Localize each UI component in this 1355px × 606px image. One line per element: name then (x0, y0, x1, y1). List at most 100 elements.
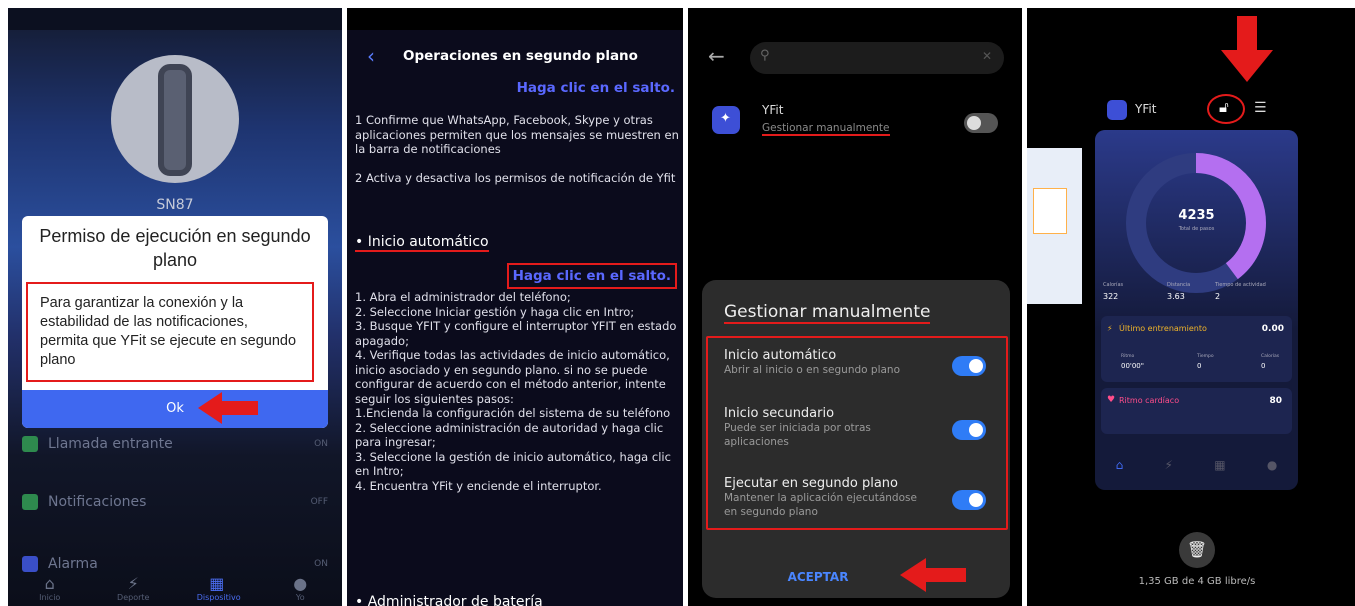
row-value: OFF (310, 497, 328, 507)
app-toggle[interactable] (964, 113, 998, 133)
panel-recent-apps: YFit 🔓︎ ☰ 4235 Total de pasos Calorías 3… (1027, 8, 1355, 606)
option-title: Ejecutar en segundo plano (724, 476, 898, 491)
tab-profile[interactable]: ● Yo (280, 574, 320, 602)
secondary-start-toggle[interactable] (952, 420, 986, 440)
tab-device[interactable]: ▦ Dispositivo (197, 574, 241, 602)
heart-value: 80 (1269, 396, 1282, 406)
workout-col-label: Calorías (1261, 354, 1280, 359)
section-heading-autostart: • Inicio automático (355, 234, 489, 252)
tab-label: Inicio (39, 593, 61, 602)
panel-background-operations: ‹ Operaciones en segundo plano Haga clic… (347, 8, 683, 606)
workout-col-value: 0 (1197, 362, 1202, 370)
app-status: Gestionar manualmente (762, 122, 890, 136)
search-icon: ⚲ (760, 48, 770, 63)
jump-link-2[interactable]: Haga clic en el salto. (506, 263, 677, 289)
panel-background-permission-dialog: SN87 Llamada entrante ON Notificaciones … (8, 8, 342, 606)
instructions-paragraph-2: 2 Activa y desactiva los permisos de not… (355, 171, 676, 185)
autostart-steps: 1. Abra el administrador del teléfono; 2… (355, 290, 679, 493)
step-line: 1.Encienda la configuración del sistema … (355, 406, 671, 420)
workout-col-label: Ritmo (1121, 354, 1135, 359)
split-screen-icon[interactable]: ☰ (1254, 100, 1267, 116)
row-value: ON (314, 559, 328, 569)
notification-icon (22, 494, 38, 510)
step-line: 4. Encuentra YFit y enciende el interrup… (355, 478, 602, 493)
dialog-title: Permiso de ejecución en segundo plano (39, 226, 311, 270)
band-icon (158, 64, 192, 176)
yfit-app-card[interactable]: 4235 Total de pasos Calorías 322 Distanc… (1095, 130, 1298, 490)
running-icon: ⚡ (1107, 324, 1113, 333)
search-input[interactable]: ⚲ ✕ (750, 42, 1004, 74)
status-bar (8, 8, 342, 30)
steps-ring (1126, 153, 1266, 293)
grid-icon: ▦ (1214, 458, 1226, 472)
step-line: 2. Seleccione Iniciar gestión y haga cli… (355, 304, 635, 319)
background-run-toggle[interactable] (952, 490, 986, 510)
section-label: Inicio automático (367, 234, 489, 250)
status-bar (347, 8, 683, 30)
row-value: ON (314, 439, 328, 449)
option-subtitle: Abrir al inicio o en segundo plano (724, 364, 901, 376)
heart-rate-card: ♥ Ritmo cardíaco 80 (1101, 388, 1292, 434)
workout-col-label: Tiempo (1197, 354, 1214, 359)
tab-label: Deporte (117, 593, 150, 602)
option-background-run: Ejecutar en segundo plano Mantener la ap… (724, 476, 924, 519)
stat-label: Tiempo de actividad (1215, 282, 1266, 288)
tab-label: Dispositivo (196, 593, 241, 602)
step-line: 2. Seleccione administración de autorida… (355, 420, 664, 450)
instructions-paragraph-1: 1 Confirme que WhatsApp, Facebook, Skype… (355, 113, 679, 156)
close-icon[interactable]: ✕ (982, 49, 992, 63)
back-chevron-icon[interactable]: ‹ (367, 44, 375, 68)
running-icon: ⚡ (1164, 458, 1173, 472)
home-icon: ⌂ (44, 574, 55, 593)
settings-row-calls[interactable]: Llamada entrante ON (22, 432, 328, 456)
tab-sport[interactable]: ⚡ Deporte (113, 574, 153, 602)
user-icon: ● (293, 574, 308, 593)
option-secondary-start: Inicio secundario Puede ser iniciada por… (724, 406, 924, 449)
page-title: Operaciones en segundo plano (403, 48, 638, 64)
workout-col-value: 0 (1261, 362, 1266, 370)
option-subtitle: Puede ser iniciada por otras aplicacione… (724, 422, 871, 448)
ok-button[interactable]: Ok (22, 390, 328, 428)
step-line: 3. Busque YFIT y configure el interrupto… (355, 319, 677, 348)
device-name: SN87 (156, 197, 194, 213)
red-arrow-icon (198, 392, 258, 424)
step-line: 4. Verifique todas las actividades de in… (355, 348, 670, 406)
workout-card: ⚡ Último entrenamiento 0.00 Ritmo 00'00"… (1101, 316, 1292, 382)
trash-icon[interactable]: 🗑︎ (1179, 532, 1215, 568)
lock-icon[interactable]: 🔓︎ (1219, 98, 1229, 116)
row-label: Notificaciones (48, 494, 147, 510)
stat-label: Calorías (1103, 282, 1124, 288)
yfit-app-icon (1107, 100, 1127, 120)
dialog-message: Para garantizar la conexión y la estabil… (26, 282, 314, 382)
heart-icon: ♥ (1107, 395, 1116, 405)
option-title: Inicio secundario (724, 406, 835, 421)
red-arrow-icon (900, 558, 966, 592)
sheet-title: Gestionar manualmente (724, 302, 931, 324)
app-name: YFit (1135, 102, 1157, 116)
steps-label: Total de pasos (1178, 226, 1215, 232)
tab-home[interactable]: ⌂ Inicio (30, 574, 70, 602)
previous-app-card[interactable] (1027, 148, 1082, 304)
settings-row-notifications[interactable]: Notificaciones OFF (22, 490, 328, 514)
panel-manage-manually: ← ⚲ ✕ ✦ YFit Gestionar manualmente Gesti… (688, 8, 1022, 606)
manage-sheet: Gestionar manualmente Inicio automático … (702, 280, 1010, 598)
option-subtitle: Mantener la aplicación ejecutándose en s… (724, 492, 917, 518)
grid-icon: ▦ (209, 574, 225, 593)
section-label: Administrador de batería (367, 594, 543, 606)
user-icon: ● (1266, 458, 1278, 472)
home-icon: ⌂ (1115, 458, 1124, 472)
workout-col-value: 00'00" (1121, 362, 1144, 370)
permission-dialog: Permiso de ejecución en segundo plano Pa… (22, 216, 328, 428)
back-arrow-icon[interactable]: ← (708, 44, 725, 68)
step-line: 1. Abra el administrador del teléfono; (355, 290, 571, 304)
phone-icon (22, 436, 38, 452)
heart-title: Ritmo cardíaco (1119, 396, 1180, 405)
autostart-toggle[interactable] (952, 356, 986, 376)
row-label: Llamada entrante (48, 436, 173, 452)
workout-title: Último entrenamiento (1119, 324, 1207, 333)
option-title: Inicio automático (724, 348, 837, 363)
jump-link-1[interactable]: Haga clic en el salto. (517, 80, 675, 96)
storage-info: 1,35 GB de 4 GB libre/s (1138, 576, 1256, 587)
step-line: 3. Seleccione la gestión de inicio autom… (355, 449, 671, 479)
stat-value: 2 (1215, 292, 1221, 301)
